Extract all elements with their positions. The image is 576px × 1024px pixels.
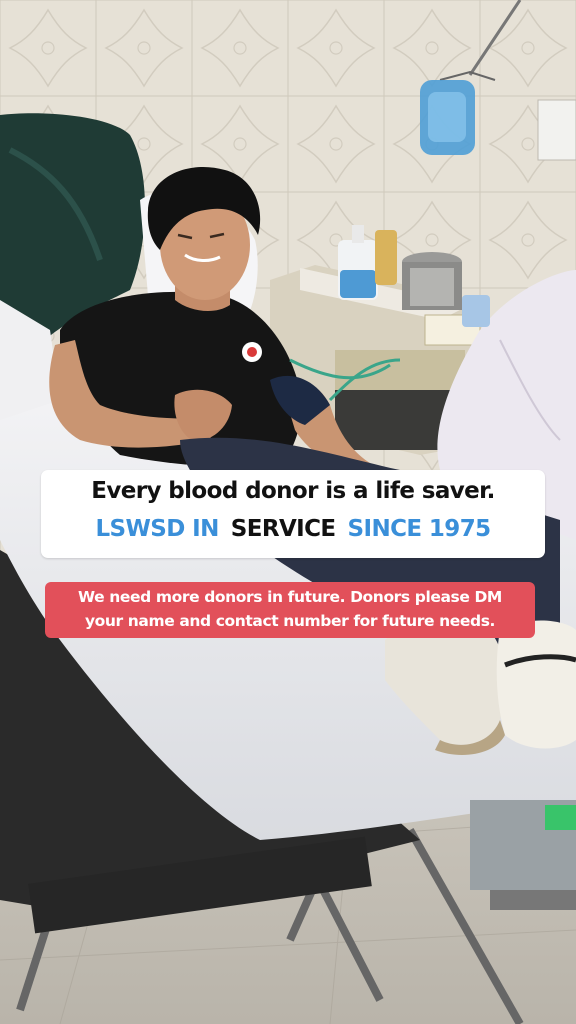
donor-request-line2: your name and contact number for future …	[84, 612, 496, 630]
donor-request-box: We need more donors in future. Donors pl…	[45, 582, 535, 638]
wall-box	[537, 99, 576, 161]
story-photo: Every blood donor is a life saver. LSWSD…	[0, 0, 576, 1024]
caption-headline: Every blood donor is a life saver.	[91, 478, 495, 504]
caption-box: Every blood donor is a life saver. LSWSD…	[41, 470, 545, 558]
shoe-right	[496, 620, 576, 749]
caption-service: SERVICE	[230, 516, 336, 542]
caption-tagline: LSWSD IN SERVICE SINCE 1975	[41, 516, 545, 542]
caption-org: LSWSD IN	[95, 516, 220, 542]
donor-request-line1: We need more donors in future. Donors pl…	[78, 588, 502, 606]
caption-since: SINCE 1975	[347, 516, 492, 542]
